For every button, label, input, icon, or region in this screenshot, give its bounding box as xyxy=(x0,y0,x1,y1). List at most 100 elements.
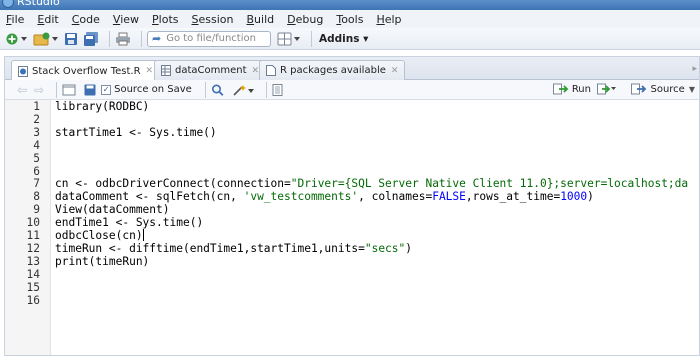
menu-session[interactable]: Session xyxy=(192,13,234,26)
run-label: Run xyxy=(571,83,591,95)
code-line[interactable]: timeRun <- difftime(endTime1,startTime1,… xyxy=(55,242,412,255)
menu-tools[interactable]: Tools xyxy=(336,13,363,26)
back-arrow-icon[interactable]: ⇦ xyxy=(17,83,27,97)
workspace-panes-button[interactable] xyxy=(277,31,301,47)
menu-bar: File Edit Code View Plots Session Build … xyxy=(0,10,700,28)
close-icon[interactable]: ✕ xyxy=(391,66,399,76)
save-button[interactable] xyxy=(64,31,78,47)
window-title: RStudio xyxy=(17,0,60,8)
project-icon xyxy=(33,32,58,45)
print-icon xyxy=(116,32,130,45)
tab-label: Stack Overflow Test.R xyxy=(32,65,141,77)
line-number: 15 xyxy=(26,280,40,294)
source-on-save-label: Source on Save xyxy=(114,84,192,95)
menu-edit[interactable]: Edit xyxy=(37,13,58,26)
rerun-button[interactable] xyxy=(597,83,617,95)
toolbar-separator xyxy=(109,30,110,47)
table-icon xyxy=(161,65,171,76)
line-number: 3 xyxy=(33,125,40,139)
save-all-button[interactable] xyxy=(83,31,99,47)
code-line[interactable]: View(dataComment) xyxy=(55,203,170,216)
new-file-button[interactable] xyxy=(6,31,28,47)
compile-report-icon[interactable] xyxy=(272,83,284,96)
menu-plots[interactable]: Plots xyxy=(152,13,178,26)
line-number: 8 xyxy=(33,190,40,204)
code-line[interactable]: print(timeRun) xyxy=(55,255,149,268)
source-label: Source xyxy=(650,83,685,95)
new-file-icon xyxy=(6,33,27,44)
main-toolbar: ➦ Go to file/function Addins ▾ xyxy=(0,28,700,50)
line-number: 5 xyxy=(33,151,40,165)
toolbar-separator xyxy=(265,81,267,98)
more-tabs-icon[interactable]: ▸ xyxy=(692,64,697,74)
toolbar-separator xyxy=(311,30,312,47)
source-button[interactable]: Source ▼ xyxy=(631,83,695,95)
toolbar-separator xyxy=(204,81,206,98)
source-editor-pane: Stack Overflow Test.R ✕ dataComment ✕ R … xyxy=(4,56,700,356)
line-number: 1 xyxy=(33,100,40,113)
code-editor[interactable]: 1 2 3 4 5 6 7 8 9 10 11 12 13 14 15 16 library(RODBC) st… xyxy=(5,100,699,355)
menu-view[interactable]: View xyxy=(113,13,139,26)
code-line[interactable]: cn <- odbcDriverConnect(connection="Driv… xyxy=(55,177,688,190)
goto-placeholder: Go to file/function xyxy=(166,33,256,44)
line-number: 14 xyxy=(26,267,40,281)
tab-stack-overflow-test[interactable]: Stack Overflow Test.R ✕ xyxy=(11,60,161,81)
source-arrow-icon xyxy=(631,83,647,95)
panes-grid-icon xyxy=(277,32,300,45)
document-icon xyxy=(266,65,276,76)
code-line[interactable]: dataComment <- sqlFetch(cn, 'vw_testcomm… xyxy=(55,190,594,203)
close-icon[interactable]: ✕ xyxy=(252,66,260,76)
editor-toolbar: ⇦ ⇨ ✓ Source on Save Run Source ▼ xyxy=(5,80,699,100)
line-number: 7 xyxy=(33,177,40,191)
menu-file[interactable]: File xyxy=(6,13,24,26)
line-number: 11 xyxy=(26,229,40,242)
save-icon[interactable] xyxy=(84,84,96,96)
tab-r-packages-available[interactable]: R packages available ✕ xyxy=(259,60,406,80)
text-cursor xyxy=(142,229,144,241)
search-icon[interactable] xyxy=(211,83,225,96)
toolbar-separator xyxy=(141,30,142,47)
menu-build[interactable]: Build xyxy=(247,13,275,26)
code-line[interactable]: odbcClose(cn) xyxy=(55,229,144,242)
line-number: 16 xyxy=(26,293,40,307)
create-project-button[interactable] xyxy=(33,31,59,47)
line-number: 9 xyxy=(33,203,40,217)
addins-menu[interactable]: Addins ▾ xyxy=(319,33,368,45)
goto-file-function-input[interactable]: ➦ Go to file/function xyxy=(147,30,271,47)
run-arrow-icon xyxy=(552,83,569,95)
code-line[interactable]: startTime1 <- Sys.time() xyxy=(55,126,217,139)
save-all-icon xyxy=(84,31,98,46)
line-number: 6 xyxy=(33,164,40,178)
line-number-gutter: 1 2 3 4 5 6 7 8 9 10 11 12 13 14 15 16 xyxy=(5,100,51,355)
chevron-down-icon: ▼ xyxy=(688,84,695,94)
editor-tab-bar: Stack Overflow Test.R ✕ dataComment ✕ R … xyxy=(5,57,699,81)
r-script-icon xyxy=(18,65,28,77)
source-on-save-checkbox[interactable]: ✓ xyxy=(101,84,112,95)
code-line[interactable]: endTime1 <- Sys.time() xyxy=(55,216,203,229)
tab-label: dataComment xyxy=(175,65,247,76)
line-number: 2 xyxy=(33,112,40,126)
code-line[interactable]: library(RODBC) xyxy=(55,100,149,113)
title-bar: RStudio xyxy=(0,0,700,10)
tab-datacomment[interactable]: dataComment ✕ xyxy=(154,60,267,80)
show-in-window-icon[interactable] xyxy=(62,84,76,96)
menu-debug[interactable]: Debug xyxy=(287,13,323,26)
menu-code[interactable]: Code xyxy=(72,13,100,26)
rerun-icon xyxy=(597,83,616,95)
run-button[interactable]: Run xyxy=(552,83,591,95)
line-number: 10 xyxy=(26,216,40,230)
code-tools-wand-icon[interactable] xyxy=(233,84,255,96)
forward-arrow-icon[interactable]: ⇨ xyxy=(34,83,44,97)
chevron-down-icon: ▾ xyxy=(363,32,369,45)
addins-label: Addins xyxy=(319,32,360,45)
rstudio-logo-icon xyxy=(2,0,14,8)
close-icon[interactable]: ✕ xyxy=(146,66,154,76)
menu-help[interactable]: Help xyxy=(376,13,401,26)
line-number: 12 xyxy=(26,241,40,255)
toolbar-separator xyxy=(56,81,58,98)
line-number: 4 xyxy=(33,138,40,152)
line-number: 13 xyxy=(26,254,40,268)
tab-label: R packages available xyxy=(280,65,386,76)
print-button[interactable] xyxy=(115,31,131,47)
goto-arrow-icon: ➦ xyxy=(152,32,162,45)
